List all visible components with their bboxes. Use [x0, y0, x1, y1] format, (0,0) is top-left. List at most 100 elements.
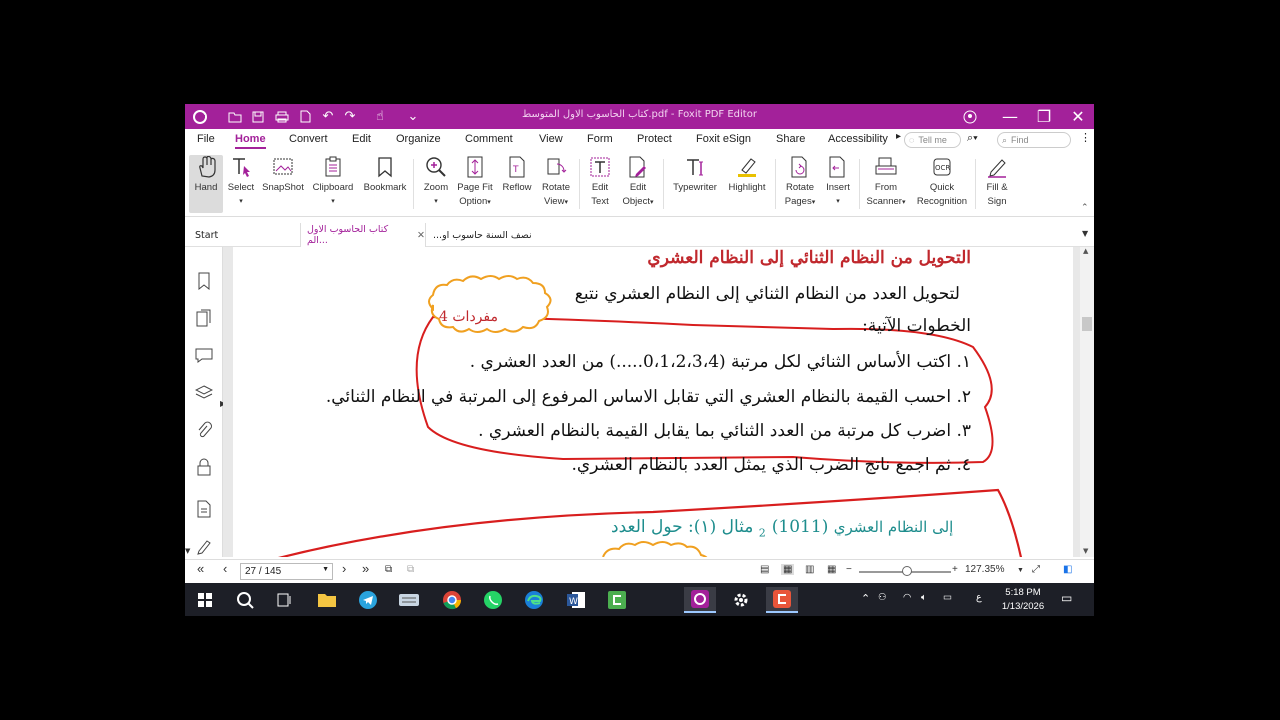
- bookmarks-panel-icon[interactable]: [194, 271, 214, 291]
- layers-panel-icon[interactable]: [194, 383, 214, 403]
- collapse-ribbon-icon[interactable]: ⌃: [1081, 203, 1089, 213]
- highlight-button[interactable]: Highlight: [723, 155, 771, 213]
- volume-icon[interactable]: 🔈︎: [921, 592, 927, 603]
- account-icon[interactable]: [957, 108, 983, 125]
- menu-file[interactable]: File: [197, 133, 215, 145]
- close-button[interactable]: ✕: [1061, 104, 1094, 129]
- menu-accessibility[interactable]: Accessibility: [828, 133, 888, 145]
- attachments-panel-icon[interactable]: [194, 420, 214, 440]
- reflow-button[interactable]: T Reflow: [499, 155, 535, 213]
- next-view-icon[interactable]: ⧉: [407, 564, 414, 575]
- edit-text-button[interactable]: Edit Text: [585, 155, 615, 213]
- whatsapp-icon[interactable]: [477, 587, 509, 613]
- zoom-dropdown-icon[interactable]: ▼: [1017, 567, 1024, 574]
- notifications-icon[interactable]: ▭: [1061, 591, 1072, 605]
- menu-home[interactable]: Home: [235, 133, 266, 149]
- wifi-icon[interactable]: ◠: [903, 592, 911, 603]
- task-view-icon[interactable]: [269, 587, 301, 613]
- menu-share[interactable]: Share: [776, 133, 805, 145]
- document-view[interactable]: التحويل من النظام الثنائي إلى النظام الع…: [223, 247, 1080, 557]
- edge-icon[interactable]: [518, 587, 550, 613]
- panel-scroll-down-icon[interactable]: ▼: [185, 547, 190, 555]
- close-tab-icon[interactable]: ✕: [417, 230, 425, 241]
- find-input[interactable]: ⌕ Find: [997, 132, 1071, 148]
- single-page-icon[interactable]: ▤: [760, 564, 769, 575]
- bookmark-button[interactable]: Bookmark: [361, 155, 409, 213]
- search-options-icon[interactable]: ⌕▾: [967, 132, 978, 145]
- touch-keyboard-icon[interactable]: ▭: [943, 592, 952, 603]
- rotate-pages-button[interactable]: Rotate Pages▾: [781, 155, 819, 213]
- quick-recognition-button[interactable]: OCR Quick Recognition: [913, 155, 971, 213]
- menu-convert[interactable]: Convert: [289, 133, 328, 145]
- camtasia-icon[interactable]: [601, 587, 633, 613]
- menu-edit[interactable]: Edit: [352, 133, 371, 145]
- previous-view-icon[interactable]: ⧉: [385, 564, 392, 575]
- zoom-in-icon[interactable]: +: [952, 564, 958, 575]
- from-scanner-button[interactable]: From Scanner▾: [863, 155, 909, 213]
- continuous-facing-icon[interactable]: ▦: [827, 564, 836, 575]
- keyboard-app-icon[interactable]: [393, 587, 425, 613]
- document-panel-icon[interactable]: [194, 499, 214, 519]
- security-panel-icon[interactable]: [194, 457, 214, 477]
- last-page-icon[interactable]: »: [362, 561, 369, 576]
- chrome-icon[interactable]: [436, 587, 468, 613]
- show-hidden-icons-icon[interactable]: ⌃: [861, 592, 870, 605]
- fill-sign-button[interactable]: Fill & Sign: [981, 155, 1013, 213]
- input-language[interactable]: ع: [976, 592, 982, 603]
- next-page-icon[interactable]: ›: [342, 561, 346, 576]
- first-page-icon[interactable]: «: [197, 561, 204, 576]
- typewriter-button[interactable]: Typewriter: [669, 155, 721, 213]
- vertical-scrollbar[interactable]: ▲ ▼: [1080, 247, 1094, 557]
- menu-foxit-esign[interactable]: Foxit eSign: [696, 133, 751, 145]
- menu-form[interactable]: Form: [587, 133, 613, 145]
- page-fit-button[interactable]: Page Fit Option▾: [455, 155, 495, 213]
- taskbar-search-icon[interactable]: [229, 587, 261, 613]
- facing-page-icon[interactable]: ▥: [805, 564, 814, 575]
- hand-button[interactable]: Hand: [189, 155, 223, 213]
- menu-organize[interactable]: Organize: [396, 133, 441, 145]
- rotate-view-button[interactable]: Rotate View▾: [537, 155, 575, 213]
- insert-button[interactable]: Insert ▾: [823, 155, 853, 213]
- continuous-page-icon[interactable]: ▦: [781, 564, 795, 575]
- zoom-button[interactable]: Zoom ▾: [419, 155, 453, 213]
- more-options-icon[interactable]: ⋮: [1080, 131, 1091, 144]
- taskbar-camtasia-recorder-icon[interactable]: [766, 587, 798, 613]
- pages-panel-icon[interactable]: [194, 308, 214, 328]
- restore-button[interactable]: ❐: [1027, 104, 1061, 129]
- file-explorer-icon[interactable]: [311, 587, 343, 613]
- signature-panel-icon[interactable]: [194, 536, 214, 556]
- scrollbar-thumb[interactable]: [1082, 317, 1092, 331]
- full-screen-icon[interactable]: ⤢: [1032, 564, 1040, 575]
- zoom-percent[interactable]: 127.35%: [965, 564, 1004, 575]
- tell-me-box[interactable]: ◌ Tell me: [904, 132, 961, 148]
- edit-object-button[interactable]: Edit Object▾: [618, 155, 658, 213]
- minimize-button[interactable]: —: [993, 104, 1027, 129]
- clock-time[interactable]: 5:18 PM: [995, 587, 1051, 598]
- feedback-icon[interactable]: ◧: [1063, 564, 1072, 575]
- clipboard-button[interactable]: Clipboard ▾: [309, 155, 357, 213]
- tab-list-chevron-icon[interactable]: ▼: [1082, 229, 1088, 238]
- word-icon[interactable]: W: [560, 587, 592, 613]
- tab-document-active[interactable]: كتاب الحاسوب الاول الم... ✕: [300, 223, 426, 247]
- tab-start[interactable]: Start: [189, 223, 299, 247]
- zoom-slider-thumb[interactable]: [902, 566, 912, 576]
- previous-page-icon[interactable]: ‹: [223, 561, 227, 576]
- people-icon[interactable]: ⚇: [878, 592, 887, 603]
- scroll-down-icon[interactable]: ▼: [1083, 547, 1088, 555]
- menu-protect[interactable]: Protect: [637, 133, 672, 145]
- taskbar-foxit-icon[interactable]: [684, 587, 716, 613]
- telegram-icon[interactable]: [352, 587, 384, 613]
- start-windows-icon[interactable]: [189, 587, 221, 613]
- scroll-up-icon[interactable]: ▲: [1083, 247, 1088, 255]
- settings-gear-icon[interactable]: [725, 587, 757, 613]
- clock-date[interactable]: 1/13/2026: [995, 601, 1051, 612]
- menu-view[interactable]: View: [539, 133, 563, 145]
- zoom-out-icon[interactable]: −: [846, 564, 852, 575]
- snapshot-button[interactable]: SnapShot: [260, 155, 306, 213]
- page-number-input[interactable]: 27 / 145 ▼: [240, 563, 333, 580]
- tab-document-2[interactable]: ...نصف السنة حاسوب او: [427, 223, 547, 247]
- menu-comment[interactable]: Comment: [465, 133, 513, 145]
- comments-panel-icon[interactable]: [194, 345, 214, 365]
- select-button[interactable]: Select ▾: [225, 155, 257, 213]
- menu-more-icon[interactable]: ▸: [896, 131, 901, 142]
